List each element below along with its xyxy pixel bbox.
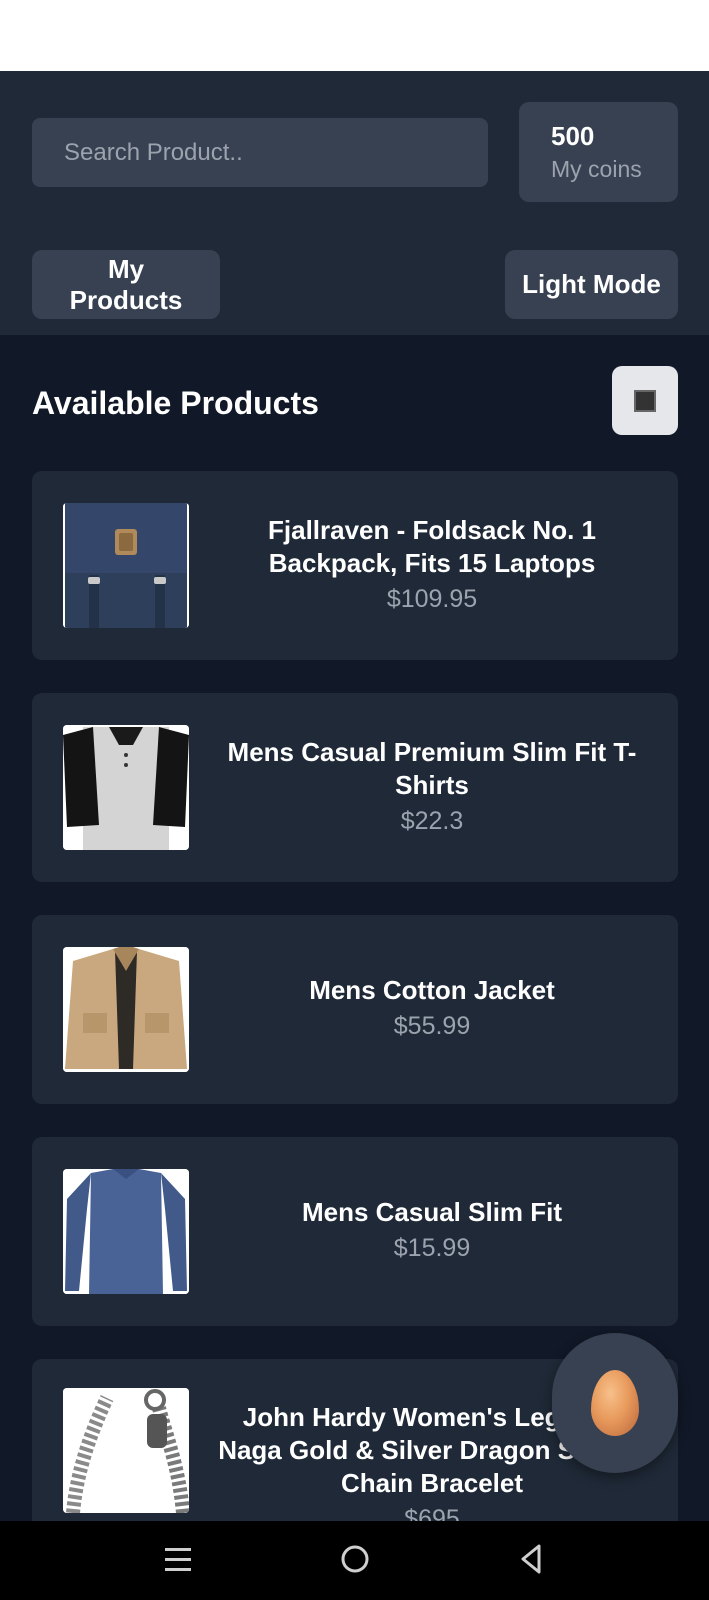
egg-icon bbox=[591, 1370, 639, 1436]
shirt-image bbox=[63, 1169, 189, 1294]
product-card[interactable]: Mens Cotton Jacket $55.99 bbox=[32, 915, 678, 1104]
my-products-button[interactable]: My Products bbox=[32, 250, 220, 319]
product-price: $15.99 bbox=[393, 1234, 471, 1262]
product-title: Mens Casual Premium Slim Fit T-Shirts bbox=[227, 736, 637, 800]
product-image bbox=[63, 1169, 189, 1294]
home-icon[interactable] bbox=[339, 1539, 371, 1579]
egg-fab-button[interactable] bbox=[552, 1333, 678, 1473]
product-card[interactable]: Mens Casual Slim Fit $15.99 bbox=[32, 1137, 678, 1326]
product-info: Mens Casual Premium Slim Fit T-Shirts $2… bbox=[212, 693, 652, 882]
product-price: $22.3 bbox=[400, 806, 464, 835]
coins-amount: 500 bbox=[551, 121, 595, 151]
status-bar bbox=[0, 0, 709, 71]
header: 500 My coins My Products Light Mode bbox=[0, 71, 709, 335]
product-info: Fjallraven - Foldsack No. 1 Backpack, Fi… bbox=[212, 471, 652, 660]
stop-icon bbox=[634, 389, 656, 412]
tshirt-image bbox=[63, 725, 189, 850]
product-card[interactable]: Fjallraven - Foldsack No. 1 Backpack, Fi… bbox=[32, 471, 678, 660]
product-title: Mens Cotton Jacket bbox=[309, 975, 555, 1005]
product-image bbox=[63, 947, 189, 1072]
coins-card: 500 My coins bbox=[519, 102, 678, 202]
product-title: Mens Casual Slim Fit bbox=[301, 1197, 563, 1227]
product-title: Fjallraven - Foldsack No. 1 Backpack, Fi… bbox=[268, 514, 596, 578]
navigation-bar bbox=[0, 1521, 709, 1600]
section-title: Available Products bbox=[32, 385, 319, 421]
search-input[interactable] bbox=[32, 118, 488, 187]
coins-label: My coins bbox=[551, 156, 642, 182]
light-mode-button[interactable]: Light Mode bbox=[505, 250, 678, 319]
bracelet-image bbox=[63, 1388, 189, 1513]
product-price: $109.95 bbox=[386, 584, 478, 613]
stop-button[interactable] bbox=[612, 366, 678, 435]
menu-icon[interactable] bbox=[163, 1539, 193, 1579]
product-image bbox=[63, 725, 189, 850]
product-card[interactable]: Mens Casual Premium Slim Fit T-Shirts $2… bbox=[32, 693, 678, 882]
back-icon[interactable] bbox=[517, 1539, 547, 1579]
product-image bbox=[63, 503, 189, 628]
product-image bbox=[63, 1388, 189, 1513]
product-price: $55.99 bbox=[393, 1012, 471, 1040]
jacket-image bbox=[63, 947, 189, 1072]
product-info: Mens Casual Slim Fit $15.99 bbox=[212, 1137, 652, 1326]
product-info: Mens Cotton Jacket $55.99 bbox=[212, 915, 652, 1104]
backpack-image bbox=[63, 503, 189, 628]
